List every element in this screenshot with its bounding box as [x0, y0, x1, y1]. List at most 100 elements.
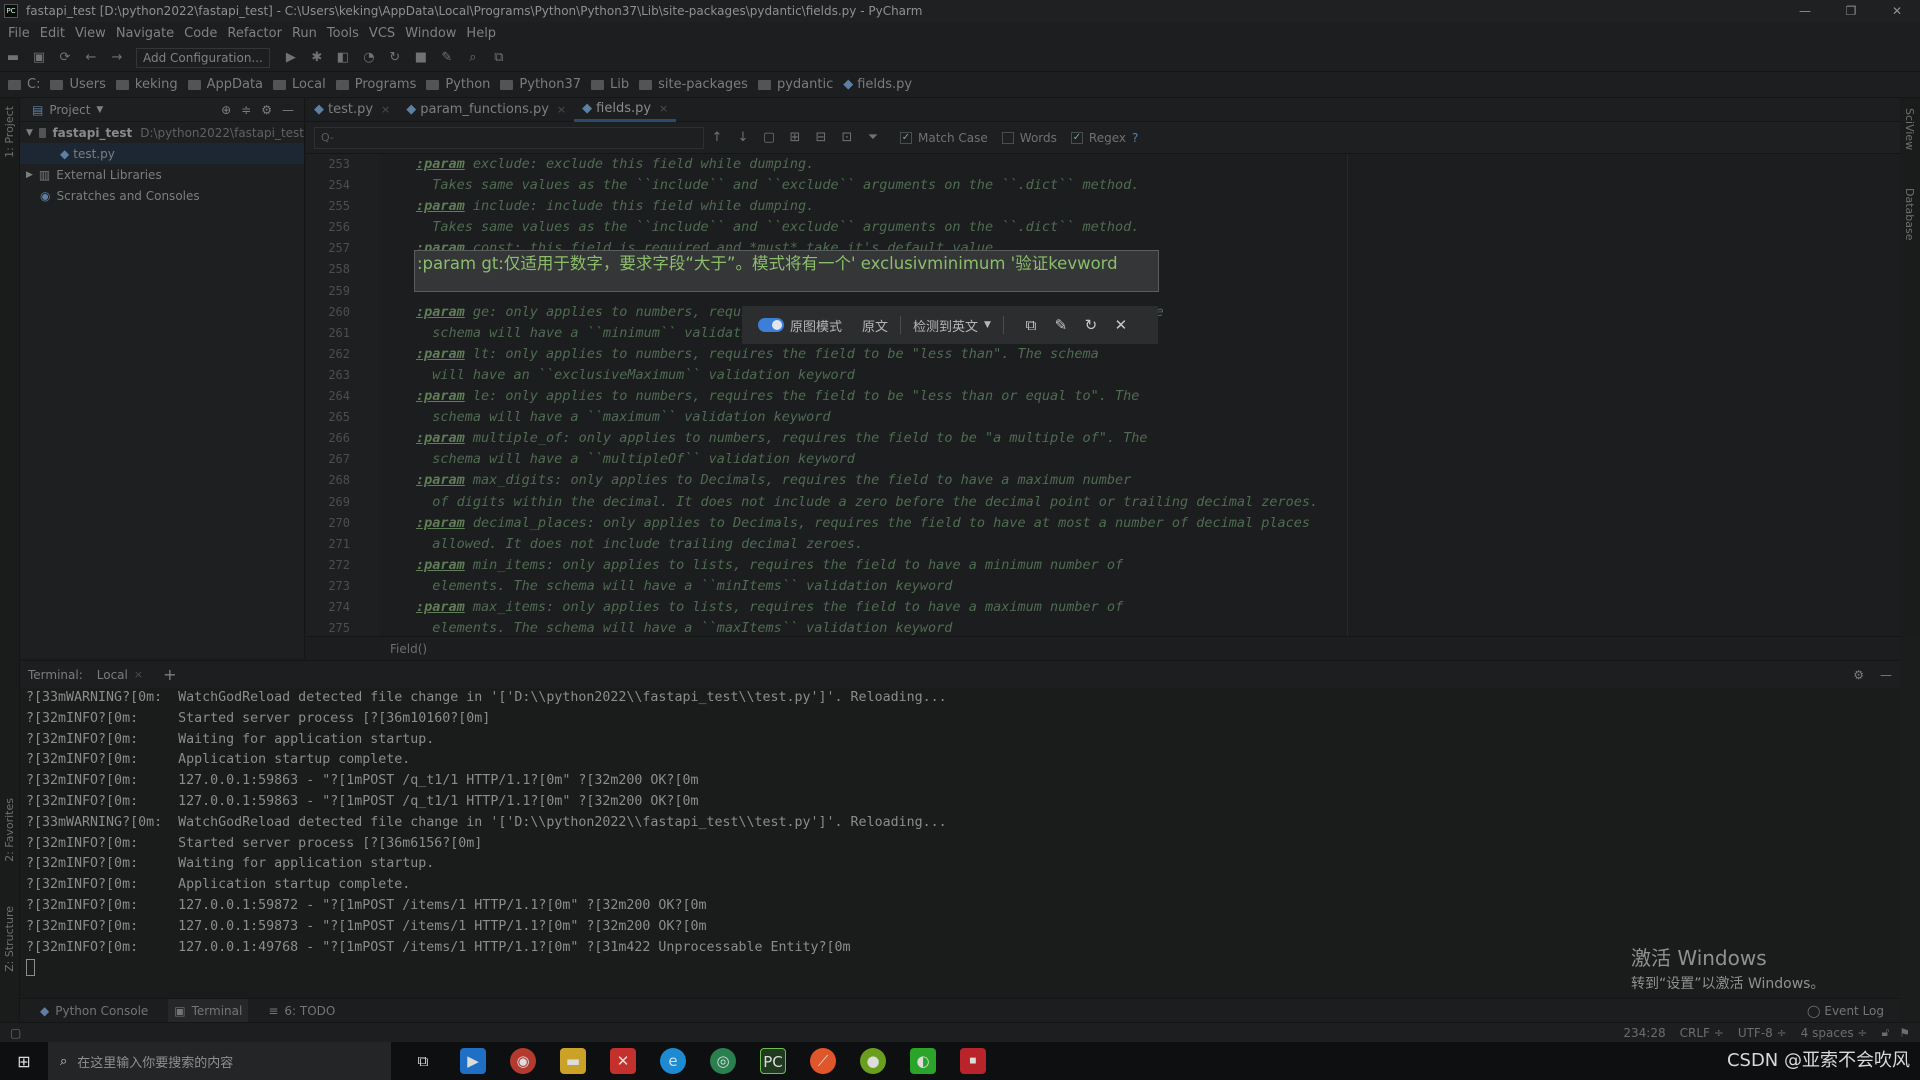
notification-icon[interactable]: ⚑: [1899, 1026, 1910, 1040]
close-icon[interactable]: ×: [381, 103, 390, 116]
project-view-dropdown[interactable]: Project: [49, 103, 90, 117]
gear-icon[interactable]: ⚙: [1853, 668, 1864, 682]
app-icon-blue[interactable]: ▶: [460, 1048, 486, 1074]
chevron-down-icon[interactable]: ▼: [96, 105, 103, 115]
chevron-right-icon[interactable]: ▶: [26, 170, 33, 180]
favorites-tool-button[interactable]: 2: Favorites: [3, 798, 16, 862]
menu-run[interactable]: Run: [292, 26, 317, 41]
tab-fields-py[interactable]: ◆ fields.py ×: [574, 98, 677, 122]
minimize-button[interactable]: —: [1782, 0, 1828, 22]
menu-vcs[interactable]: VCS: [369, 26, 395, 41]
add-selection-icon[interactable]: ⊞: [787, 130, 803, 145]
refresh-icon[interactable]: ↻: [1081, 316, 1101, 334]
code-editor[interactable]: :param exclude: exclude this field while…: [380, 154, 1900, 636]
line-separator[interactable]: CRLF ÷: [1680, 1026, 1724, 1040]
terminal-tab-local[interactable]: Local: [97, 668, 128, 682]
tab-python-console[interactable]: ◆ Python Console: [34, 999, 154, 1023]
coverage-icon[interactable]: ◧: [335, 50, 351, 65]
chevron-down-icon[interactable]: ▼: [26, 128, 33, 138]
menu-code[interactable]: Code: [184, 26, 217, 41]
tree-item-test-py[interactable]: ◆ test.py: [20, 143, 304, 164]
crumb-drive[interactable]: C:: [8, 77, 40, 92]
task-view-icon[interactable]: ⧉: [410, 1048, 436, 1074]
close-icon[interactable]: ✕: [1111, 316, 1131, 334]
code-context-breadcrumb[interactable]: Field(): [306, 636, 1900, 660]
crumb-pydantic[interactable]: pydantic: [757, 77, 833, 92]
event-log-button[interactable]: ◯ Event Log: [1801, 999, 1890, 1023]
tab-test-py[interactable]: ◆ test.py ×: [306, 98, 398, 122]
select-all-icon[interactable]: ▢: [761, 130, 777, 145]
tab-todo[interactable]: ≡ 6: TODO: [262, 999, 341, 1023]
app-icon-green[interactable]: ●: [860, 1048, 886, 1074]
menu-navigate[interactable]: Navigate: [116, 26, 174, 41]
crumb-keking[interactable]: keking: [115, 77, 178, 92]
filter-icon[interactable]: ⏷: [865, 130, 881, 145]
select-occurrences-icon[interactable]: ⊡: [839, 130, 855, 145]
app-icon-red[interactable]: ◼: [960, 1048, 986, 1074]
database-tool-button[interactable]: Database: [1903, 188, 1916, 241]
chrome-icon[interactable]: ◉: [510, 1048, 536, 1074]
crumb-appdata[interactable]: AppData: [187, 77, 263, 92]
profile-icon[interactable]: ◔: [361, 50, 377, 65]
menu-tools[interactable]: Tools: [327, 26, 359, 41]
windows-start-icon[interactable]: ⊞: [0, 1052, 48, 1071]
new-terminal-tab-icon[interactable]: +: [163, 665, 176, 684]
close-icon[interactable]: ×: [134, 668, 143, 681]
arrow-up-icon[interactable]: ↑: [709, 130, 725, 145]
close-icon[interactable]: ×: [557, 103, 566, 116]
crumb-users[interactable]: Users: [50, 77, 106, 92]
wrench-icon[interactable]: ✎: [439, 50, 455, 65]
find-input[interactable]: Q-: [314, 126, 704, 149]
close-icon[interactable]: ×: [659, 102, 668, 115]
close-window-button[interactable]: ✕: [1874, 0, 1920, 22]
regex-checkbox[interactable]: ✓ Regex: [1070, 131, 1126, 145]
edit-icon[interactable]: ✎: [1051, 316, 1071, 334]
file-explorer-icon[interactable]: ▬: [560, 1048, 586, 1074]
forward-arrow-icon[interactable]: →: [109, 50, 125, 65]
menu-refactor[interactable]: Refactor: [227, 26, 282, 41]
lock-icon[interactable]: 🔓︎: [1881, 1025, 1889, 1040]
tab-param-functions-py[interactable]: ◆ param_functions.py ×: [398, 98, 574, 122]
crumb-python37[interactable]: Python37: [500, 77, 581, 92]
back-arrow-icon[interactable]: ←: [83, 50, 99, 65]
arrow-down-icon[interactable]: ↓: [735, 130, 751, 145]
detect-language-dropdown[interactable]: 检测到英文: [913, 316, 978, 335]
translate-icon[interactable]: ⧉: [491, 50, 507, 65]
crumb-programs[interactable]: Programs: [335, 77, 416, 92]
gear-icon[interactable]: ⚙: [261, 103, 272, 117]
original-mode-toggle[interactable]: [758, 318, 784, 332]
regex-help-link[interactable]: ?: [1132, 131, 1138, 145]
tree-item-fastapi-test[interactable]: ▼ fastapi_test D:\python2022\fastapi_tes…: [20, 122, 304, 143]
open-folder-icon[interactable]: ▬: [5, 50, 21, 65]
tree-item-external-libraries[interactable]: ▶ ▥ External Libraries: [20, 164, 304, 185]
taskbar-search[interactable]: ⌕ 在这里输入你要搜索的内容: [48, 1042, 391, 1080]
indent-setting[interactable]: 4 spaces ÷: [1801, 1026, 1868, 1040]
sciview-tool-button[interactable]: SciView: [1903, 108, 1916, 150]
crumb-site-packages[interactable]: site-packages: [639, 77, 748, 92]
match-case-checkbox[interactable]: ✓ Match Case: [900, 131, 988, 145]
terminal-output[interactable]: ?[33mWARNING?[0m: WatchGodReload detecte…: [20, 688, 1900, 998]
crumb-fields-py[interactable]: ◆ fields.py: [843, 77, 912, 92]
menu-edit[interactable]: Edit: [40, 26, 65, 41]
xmind-icon[interactable]: ✕: [610, 1048, 636, 1074]
layout-icon[interactable]: ▢: [10, 1026, 21, 1040]
rerun-icon[interactable]: ↻: [387, 50, 403, 65]
add-configuration-button[interactable]: Add Configuration...: [136, 47, 270, 68]
remove-selection-icon[interactable]: ⊟: [813, 130, 829, 145]
words-checkbox[interactable]: Words: [1001, 131, 1057, 145]
structure-tool-button[interactable]: Z: Structure: [3, 906, 16, 972]
cursor-position[interactable]: 234:28: [1623, 1026, 1665, 1040]
hide-icon[interactable]: —: [282, 103, 294, 117]
copy-icon[interactable]: ⧉: [1021, 316, 1041, 334]
menu-view[interactable]: View: [75, 26, 106, 41]
file-encoding[interactable]: UTF-8 ÷: [1738, 1026, 1787, 1040]
crumb-lib[interactable]: Lib: [591, 77, 629, 92]
chevron-down-icon[interactable]: ▼: [984, 320, 991, 330]
tab-terminal[interactable]: ▣ Terminal: [168, 998, 249, 1023]
save-icon[interactable]: ▣: [31, 50, 47, 65]
menu-file[interactable]: File: [8, 26, 30, 41]
browser-icon[interactable]: ◎: [710, 1048, 736, 1074]
original-text-button[interactable]: 原文: [862, 316, 888, 335]
search-icon[interactable]: ⌕: [465, 50, 481, 65]
tree-item-scratches[interactable]: ◉ Scratches and Consoles: [20, 185, 304, 206]
